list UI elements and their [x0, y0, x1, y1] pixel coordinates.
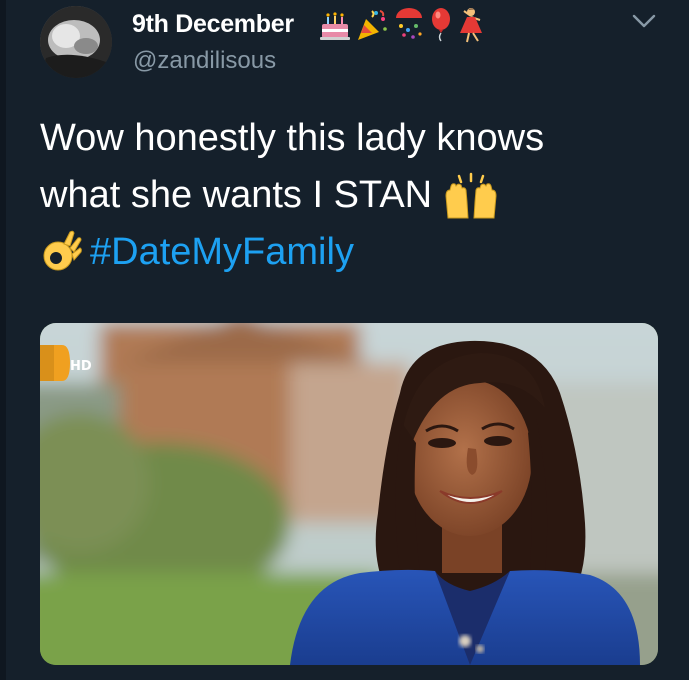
- tweet-line-1: Wow honestly this lady knows: [40, 110, 660, 167]
- tweet-text: Wow honestly this lady knows what she wa…: [40, 110, 660, 281]
- raising-hands-icon: [445, 172, 497, 218]
- dancer-icon: [460, 8, 482, 43]
- display-name-emojis: [318, 6, 486, 44]
- hd-badge-shape: [40, 345, 70, 381]
- chevron-down-icon[interactable]: [630, 10, 658, 34]
- tweet-image[interactable]: HD: [40, 323, 658, 665]
- tweet-line-3: #DateMyFamily: [40, 224, 660, 281]
- confetti-ball-icon: [396, 8, 422, 39]
- display-name[interactable]: 9th December: [132, 10, 294, 39]
- tweet-text-line-2: what she wants I STAN: [40, 174, 433, 216]
- tweet-photo: [40, 323, 658, 665]
- ok-hand-icon: [43, 230, 82, 270]
- hd-badge-text: HD: [70, 359, 92, 374]
- user-handle[interactable]: @zandilisous: [133, 47, 276, 75]
- tweet-text-line-1: Wow honestly this lady knows: [40, 117, 545, 159]
- balloon-icon: [432, 8, 450, 42]
- left-edge: [0, 0, 6, 680]
- tweet-line-2: what she wants I STAN: [40, 167, 660, 224]
- avatar[interactable]: [40, 6, 112, 78]
- birthday-cake-icon: [320, 12, 350, 40]
- hashtag-link[interactable]: #DateMyFamily: [90, 224, 354, 281]
- avatar-image: [40, 6, 112, 78]
- party-popper-icon: [358, 10, 387, 40]
